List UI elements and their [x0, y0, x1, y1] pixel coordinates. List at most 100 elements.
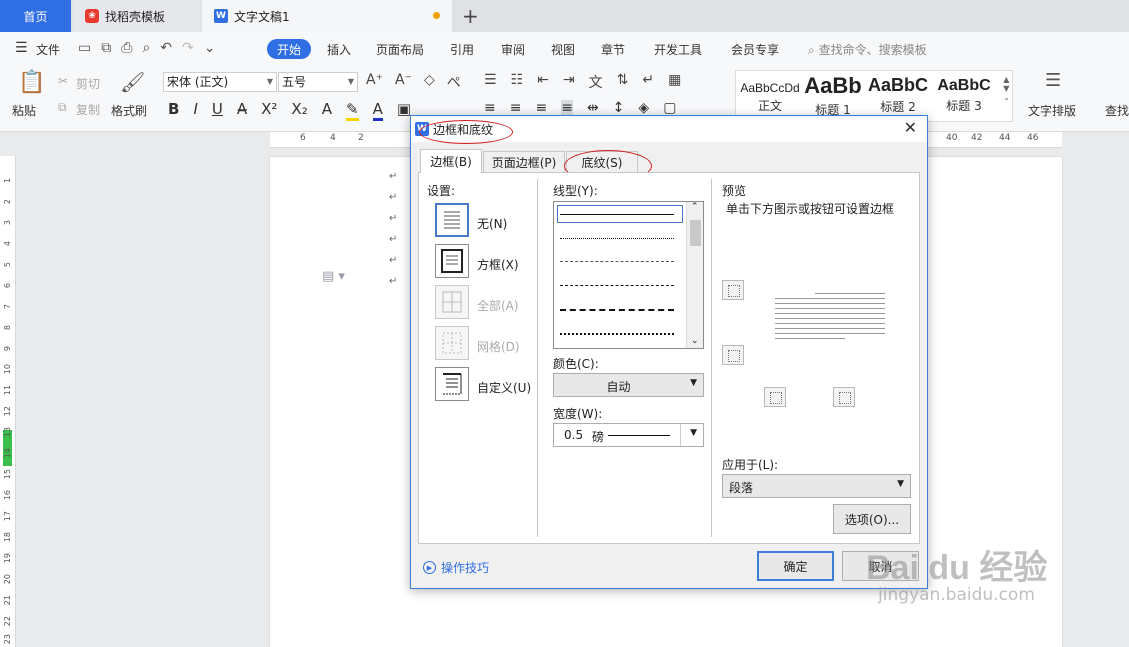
decrease-indent-icon[interactable]: ⇤: [537, 72, 549, 92]
copy-button[interactable]: 复制: [76, 101, 100, 118]
superscript-icon[interactable]: X²: [261, 100, 277, 121]
format-painter-button[interactable]: 格式刷: [111, 102, 147, 119]
customize-chevron-icon[interactable]: ⌄: [204, 40, 216, 56]
setting-none-label[interactable]: 无(N): [477, 215, 507, 232]
chinese-layout-icon[interactable]: 文: [589, 72, 603, 92]
bold-icon[interactable]: B: [168, 100, 179, 121]
align-center-icon[interactable]: ≡: [510, 100, 522, 116]
menu-view[interactable]: 视图: [551, 41, 575, 58]
line-style-solid[interactable]: [560, 214, 674, 215]
scroll-thumb[interactable]: [690, 220, 701, 246]
increase-indent-icon[interactable]: ⇥: [563, 72, 575, 92]
sort-icon[interactable]: ⇅: [617, 72, 629, 92]
search-box[interactable]: ⌕ 查找命令、搜索模板: [808, 41, 927, 58]
highlight-icon[interactable]: ✎: [345, 100, 359, 121]
left-border-button[interactable]: [764, 387, 786, 407]
phonetic-icon[interactable]: ぺ: [447, 72, 461, 92]
table-icon[interactable]: ▦: [668, 72, 681, 92]
italic-icon[interactable]: I: [193, 100, 197, 121]
line-style-dash-dot-dot[interactable]: [560, 333, 674, 335]
font-name-select[interactable]: 宋体 (正文) ▼: [163, 72, 277, 92]
char-border-icon[interactable]: ▣: [397, 100, 411, 121]
top-border-button[interactable]: [722, 280, 744, 300]
right-border-button[interactable]: [833, 387, 855, 407]
text-layout-icon[interactable]: ☰: [1045, 70, 1061, 91]
bullet-list-icon[interactable]: ☰: [484, 72, 497, 92]
style-heading-1[interactable]: AaBb 标题 1: [802, 73, 864, 118]
paste-button[interactable]: 粘贴: [12, 102, 36, 119]
line-style-dashed[interactable]: [560, 285, 674, 286]
style-heading-3[interactable]: AaBbC 标题 3: [932, 73, 996, 114]
line-style-dotted[interactable]: [560, 238, 674, 239]
menu-insert[interactable]: 插入: [327, 41, 351, 58]
setting-custom-label[interactable]: 自定义(U): [477, 379, 531, 396]
export-pdf-icon[interactable]: ⧉: [101, 40, 111, 56]
menu-file[interactable]: 文件: [36, 41, 60, 58]
tab-page-border[interactable]: 页面边框(P): [483, 151, 565, 173]
tab-document[interactable]: W 文字文稿1: [202, 0, 452, 32]
menu-chapter[interactable]: 章节: [601, 41, 625, 58]
setting-box-label[interactable]: 方框(X): [477, 256, 519, 273]
color-select[interactable]: 自动 ▼: [553, 373, 704, 397]
menu-references[interactable]: 引用: [450, 41, 474, 58]
redo-icon[interactable]: ↷: [182, 40, 194, 56]
format-painter-icon[interactable]: 🖌: [120, 70, 145, 94]
underline-icon[interactable]: U: [212, 100, 223, 121]
style-heading-2[interactable]: AaBbC 标题 2: [866, 73, 930, 115]
style-normal[interactable]: AaBbCcDd 正文: [738, 73, 802, 114]
bottom-border-button[interactable]: [722, 345, 744, 365]
options-button[interactable]: 选项(O)...: [833, 504, 911, 534]
distribute-icon[interactable]: ⇹: [587, 100, 599, 116]
borders-icon[interactable]: ▢: [663, 100, 676, 116]
line-style-dash-dot[interactable]: [560, 309, 674, 311]
setting-custom-icon[interactable]: [435, 367, 469, 401]
menu-member[interactable]: 会员专享: [731, 41, 779, 58]
clear-format-icon[interactable]: ◇: [424, 72, 435, 92]
font-color-icon[interactable]: A: [372, 100, 383, 121]
paragraph-handle-icon[interactable]: ▤ ▾: [322, 269, 345, 284]
shading-icon[interactable]: ◈: [638, 100, 649, 116]
line-style-fine-dashed[interactable]: [560, 261, 674, 262]
grow-font-icon[interactable]: A⁺: [366, 72, 383, 92]
scroll-up-icon[interactable]: ⌃: [691, 202, 699, 212]
text-effect-icon[interactable]: A: [322, 100, 332, 121]
subscript-icon[interactable]: X₂: [291, 100, 307, 121]
tab-home[interactable]: 首页: [0, 0, 71, 32]
menu-page-layout[interactable]: 页面布局: [376, 41, 424, 58]
align-right-icon[interactable]: ≡: [535, 100, 547, 116]
line-style-scrollbar[interactable]: ⌃ ⌄: [686, 202, 703, 348]
tab-borders[interactable]: 边框(B): [420, 149, 482, 173]
tips-link[interactable]: ▶ 操作技巧: [423, 559, 489, 576]
hamburger-icon[interactable]: ☰: [15, 40, 28, 56]
style-scroll-icon[interactable]: ▲ ▼ ⌄: [1003, 75, 1010, 102]
menu-developer[interactable]: 开发工具: [654, 41, 702, 58]
setting-none-icon[interactable]: [435, 203, 469, 237]
justify-icon[interactable]: ≡: [561, 100, 573, 116]
line-spacing-icon[interactable]: ↕: [613, 100, 625, 116]
align-left-icon[interactable]: ≡: [484, 100, 496, 116]
find-button[interactable]: 查找: [1105, 102, 1129, 119]
font-size-select[interactable]: 五号 ▼: [278, 72, 358, 92]
scroll-down-icon[interactable]: ⌄: [691, 336, 699, 346]
cut-button[interactable]: 剪切: [76, 75, 100, 92]
show-marks-icon[interactable]: ↵: [642, 72, 654, 92]
shrink-font-icon[interactable]: A⁻: [395, 72, 412, 92]
print-preview-icon[interactable]: ⌕: [142, 40, 150, 56]
paste-icon[interactable]: 📋: [18, 70, 45, 95]
numbered-list-icon[interactable]: ☷: [511, 72, 524, 92]
text-layout-button[interactable]: 文字排版: [1028, 102, 1076, 119]
menu-review[interactable]: 审阅: [501, 41, 525, 58]
print-icon[interactable]: ⎙: [121, 40, 132, 56]
width-select[interactable]: 0.5 磅 ▼: [553, 423, 704, 447]
ok-button[interactable]: 确定: [757, 551, 834, 581]
add-tab-button[interactable]: +: [462, 4, 479, 28]
setting-box-icon[interactable]: [435, 244, 469, 278]
line-style-list[interactable]: ⌃ ⌄: [553, 201, 704, 349]
menu-start[interactable]: 开始: [267, 39, 311, 59]
save-icon[interactable]: ▭: [78, 40, 91, 56]
close-icon[interactable]: ✕: [904, 118, 917, 137]
strikethrough-icon[interactable]: A̶: [237, 100, 247, 121]
apply-to-select[interactable]: 段落 ▼: [722, 474, 911, 498]
undo-icon[interactable]: ↶: [160, 40, 172, 56]
preview-sample[interactable]: [775, 293, 885, 343]
